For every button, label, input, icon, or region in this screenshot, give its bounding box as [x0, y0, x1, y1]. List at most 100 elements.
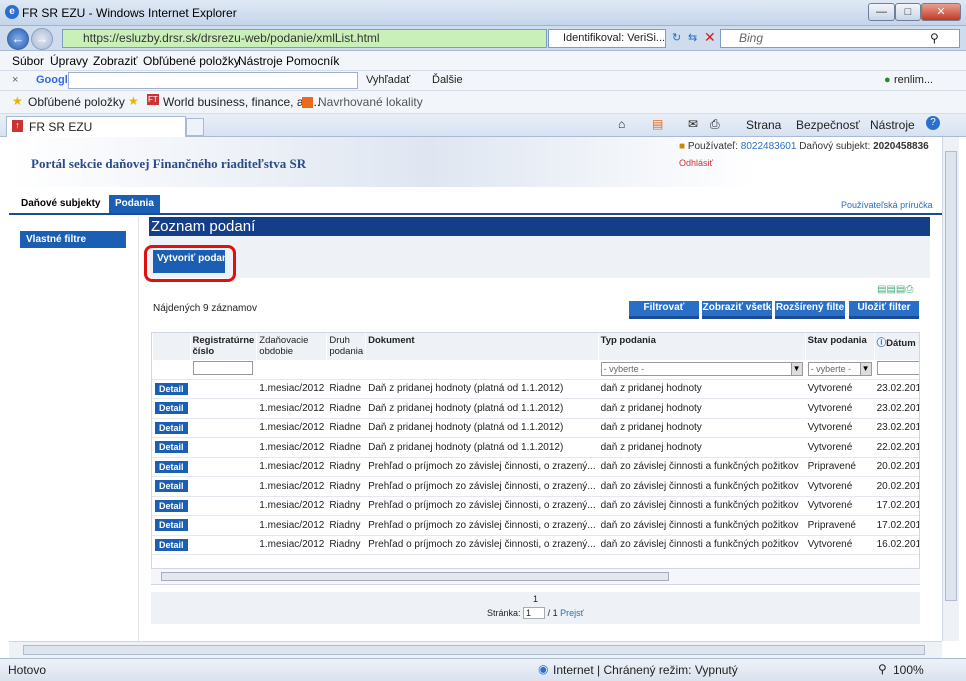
user-manual-link[interactable]: Používateľská príručka — [841, 200, 933, 210]
page-list[interactable]: 1 — [151, 592, 920, 604]
cell-type: daň z pridanej hodnoty — [597, 437, 806, 458]
sidebar-item-vlastne-filtre[interactable]: Vlastné filtre — [20, 231, 126, 248]
page-horizontal-scrollbar[interactable] — [9, 641, 942, 658]
table-row: Detail 1.mesiac/2012 Riadny Prehľad o príjm… — [152, 535, 919, 555]
cell-kind: Riadny — [326, 457, 366, 477]
close-window-button[interactable]: ✕ — [921, 3, 961, 21]
google-search-input[interactable] — [68, 72, 358, 89]
home-icon[interactable]: ⌂ — [618, 117, 625, 131]
tab-fr-sr-ezu[interactable]: ↑ FR SR EZU — [6, 116, 186, 137]
stop-icon[interactable]: ✕ — [704, 29, 716, 46]
url-field[interactable]: https://esluzby.drsr.sk/drsrezu-web/poda… — [62, 29, 547, 48]
subject-label: Daňový subjekt: — [799, 141, 871, 152]
new-tab-button[interactable] — [186, 118, 204, 136]
menu-file[interactable]: Súbor — [12, 54, 44, 68]
ft-icon: FT — [147, 94, 159, 105]
cell-status: Vytvorené — [804, 476, 875, 497]
column-header-kind[interactable]: Druh podania — [326, 333, 366, 360]
maximize-button[interactable]: □ — [895, 3, 921, 21]
favorite-item-suggested[interactable]: Navrhované lokality — [318, 95, 423, 109]
detail-button[interactable]: Detail — [155, 538, 188, 551]
page-viewport: Portál sekcie daňovej Finančného riadite… — [9, 137, 942, 641]
column-header-type[interactable]: Typ podania — [597, 333, 806, 360]
menu-tools[interactable]: Nástroje — [238, 54, 283, 68]
search-icon[interactable]: ⚲ — [930, 31, 939, 45]
add-favorite-icon[interactable]: ★ — [128, 94, 139, 108]
tab-bar: ↑ FR SR EZU ⌂ ▤ ✉ ⎙ Strana Bezpečnosť Ná… — [0, 114, 966, 137]
compatibility-icon[interactable]: ⇆ — [688, 31, 697, 44]
detail-button[interactable]: Detail — [155, 402, 188, 415]
vertical-scroll-thumb[interactable] — [945, 151, 957, 601]
security-identity[interactable]: Identifikoval: VeriSi... — [548, 29, 666, 48]
detail-button[interactable]: Detail — [155, 499, 188, 512]
status-filter-select[interactable]: - vyberte - ▼ — [807, 362, 872, 377]
save-filter-button[interactable]: Uložiť filter — [849, 301, 919, 319]
page-number-input[interactable]: 1 — [523, 607, 546, 619]
forward-button[interactable]: → — [31, 28, 53, 50]
horizontal-scroll-thumb[interactable] — [23, 645, 925, 655]
date-filter-input[interactable] — [876, 360, 919, 375]
user-icon: ■ — [679, 141, 686, 152]
cell-type: daň z pridanej hodnoty — [597, 398, 806, 419]
menu-edit[interactable]: Úpravy — [50, 54, 88, 68]
google-user[interactable]: renlim... — [894, 74, 933, 86]
scroll-thumb[interactable] — [161, 572, 669, 581]
detail-button[interactable]: Detail — [155, 441, 188, 454]
detail-button[interactable]: Detail — [155, 460, 188, 473]
favorite-item-ft[interactable]: World business, finance, an... — [163, 95, 320, 109]
table-scrollbar[interactable] — [151, 568, 920, 584]
table-row: Detail 1.mesiac/2012 Riadny Prehľad o príjm… — [152, 515, 919, 536]
cell-reg-number — [189, 476, 257, 497]
detail-button[interactable]: Detail — [155, 519, 188, 532]
tab-danove-subjekty[interactable]: Daňové subjekty — [15, 195, 106, 213]
logout-link[interactable]: Odhlásiť — [679, 158, 713, 168]
print-icon[interactable]: ⎙ — [710, 117, 720, 132]
page-vertical-scrollbar[interactable] — [942, 137, 959, 641]
refresh-icon[interactable]: ↻ — [672, 31, 681, 44]
reg-number-filter-input[interactable] — [192, 360, 253, 375]
cell-date: 16.02.2012 15: — [873, 535, 919, 555]
column-header-reg-number[interactable]: Registratúrne číslo — [189, 333, 257, 360]
status-filter-value: - vyberte - — [810, 364, 852, 375]
cell-document: Daň z pridanej hodnoty (platná od 1.1.20… — [365, 398, 599, 419]
column-header-document[interactable]: Dokument — [365, 333, 599, 360]
google-search-button[interactable]: Vyhľadať — [366, 74, 410, 86]
menu-view[interactable]: Zobraziť — [93, 54, 138, 68]
security-zone[interactable]: Internet | Chránený režim: Vypnutý — [553, 663, 738, 677]
google-more-button[interactable]: Ďalšie — [432, 74, 463, 86]
cell-kind: Riadny — [326, 496, 366, 516]
type-filter-value: - vyberte - — [603, 364, 645, 375]
security-menu[interactable]: Bezpečnosť — [796, 118, 860, 132]
tools-menu[interactable]: Nástroje — [870, 118, 915, 132]
detail-button[interactable]: Detail — [155, 421, 188, 434]
mail-icon[interactable]: ✉ — [688, 117, 698, 131]
minimize-button[interactable]: — — [868, 3, 895, 21]
close-toolbar-icon[interactable]: × — [12, 74, 18, 86]
tab-label: FR SR EZU — [29, 120, 93, 134]
menu-favorites[interactable]: Obľúbené položky — [143, 54, 240, 68]
pager: 1 Stránka: 1 / 1 Prejsť — [151, 592, 920, 624]
zoom-level[interactable]: 100% — [893, 663, 924, 677]
column-header-status[interactable]: Stav podania — [804, 333, 875, 360]
tab-podania[interactable]: Podania — [109, 195, 160, 213]
column-header-date[interactable]: ⓘDátum ulož — [873, 333, 919, 360]
feeds-icon[interactable]: ▤ — [652, 117, 663, 131]
column-header-period[interactable]: Zdaňovacie obdobie — [256, 333, 327, 360]
advanced-filter-button[interactable]: Rozšírený filte — [775, 301, 845, 319]
cell-document: Prehľad o príjmoch zo závislej činnosti,… — [365, 476, 599, 497]
export-icons[interactable]: ▤▤▤⎙ — [877, 284, 913, 295]
search-input[interactable]: Bing — [720, 29, 960, 48]
detail-button[interactable]: Detail — [155, 480, 188, 493]
menu-help[interactable]: Pomocník — [286, 54, 339, 68]
type-filter-select[interactable]: - vyberte - ▼ — [600, 362, 803, 377]
show-all-button[interactable]: Zobraziť všetk — [702, 301, 772, 319]
go-button[interactable]: Prejsť — [560, 608, 584, 618]
detail-button[interactable]: Detail — [155, 382, 188, 395]
filter-button[interactable]: Filtrovať — [629, 301, 699, 319]
help-icon[interactable]: ? — [926, 116, 940, 130]
favorites-button[interactable]: Obľúbené položky — [28, 95, 125, 109]
back-button[interactable]: ← — [7, 28, 29, 50]
page-menu[interactable]: Strana — [746, 118, 781, 132]
cell-period: 1.mesiac/2012 — [256, 515, 327, 536]
pager-label: Stránka: — [487, 608, 521, 618]
